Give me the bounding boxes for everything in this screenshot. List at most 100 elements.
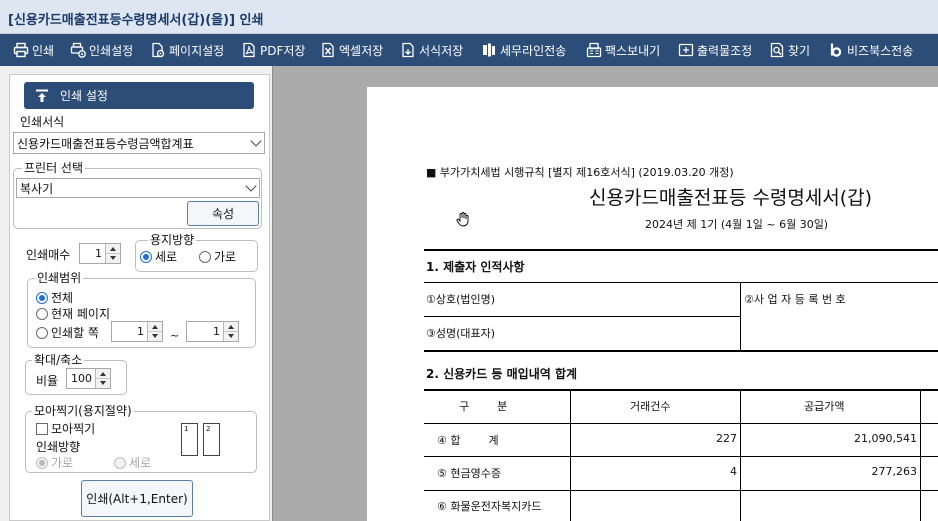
- cash-receipt-row-label: ⑤ 현금영수증: [437, 467, 501, 480]
- nup-landscape-radio[interactable]: 가로: [36, 454, 73, 471]
- nup-checkbox[interactable]: 모아찍기: [36, 420, 95, 437]
- nup-landscape-label: 가로: [51, 456, 74, 470]
- pin-icon: [36, 89, 48, 102]
- print-button[interactable]: 인쇄: [13, 34, 54, 66]
- spin-up-icon: [100, 372, 106, 376]
- nup-group-title: 모아찍기(용지절약): [32, 404, 134, 418]
- zoom-stepper[interactable]: 100: [66, 368, 111, 389]
- range-current-radio[interactable]: 현재 페이지: [36, 305, 110, 322]
- form-select-value: 신용카드매출전표등수령금액합계표: [17, 136, 194, 151]
- print-settings-button[interactable]: 인쇄설정: [70, 34, 133, 66]
- total-row-count: 227: [716, 432, 737, 445]
- orientation-portrait-radio[interactable]: 세로: [140, 248, 177, 265]
- row-divider: [424, 423, 938, 424]
- category-header: 구 분: [459, 400, 508, 413]
- range-to-value: 1: [213, 325, 220, 338]
- spin-buttons[interactable]: [95, 369, 110, 388]
- range-separator: ~: [170, 329, 180, 342]
- spin-divider: [148, 331, 162, 332]
- nup-portrait-radio[interactable]: 세로: [114, 454, 151, 471]
- freight-card-row-label: ⑥ 화물운전자복지카드: [437, 500, 542, 513]
- row-divider: [424, 490, 938, 491]
- zoom-label: 비율: [36, 374, 59, 388]
- page-settings-button[interactable]: 페이지설정: [150, 34, 224, 66]
- spin-down-icon: [228, 334, 234, 338]
- zoom-group-title: 확대/축소: [32, 353, 85, 367]
- spin-up-icon: [228, 325, 234, 329]
- print-submit-button[interactable]: 인쇄(Alt+1,Enter): [81, 480, 193, 517]
- copies-stepper[interactable]: 1: [79, 243, 121, 264]
- form-save-icon: [402, 42, 414, 58]
- spin-up-icon: [110, 247, 116, 251]
- printer-select-value: 복사기: [20, 181, 54, 196]
- total-row-label: ④ 합 계: [437, 434, 499, 447]
- search-icon: [770, 42, 784, 58]
- find-button[interactable]: 찾기: [769, 34, 810, 66]
- print-settings-label: 인쇄설정: [89, 43, 134, 58]
- form-select[interactable]: 신용카드매출전표등수령금액합계표: [13, 132, 265, 154]
- bizbox-send-button[interactable]: 비즈북스전송: [828, 34, 913, 66]
- chevron-down-icon: [250, 135, 262, 147]
- spin-buttons[interactable]: [223, 322, 238, 341]
- spin-buttons[interactable]: [105, 244, 120, 263]
- range-pages-label: 인쇄할 쪽: [51, 326, 99, 340]
- excel-save-label: 엑셀저장: [339, 43, 384, 58]
- bizbox-send-label: 비즈북스전송: [847, 43, 914, 58]
- bizbox-icon: [830, 43, 842, 57]
- range-from-stepper[interactable]: 1: [111, 321, 163, 342]
- tax-line-icon: [483, 43, 495, 57]
- pdf-save-label: PDF저장: [260, 43, 306, 58]
- fax-send-button[interactable]: 팩스보내기: [586, 34, 660, 66]
- supply-header: 공급가액: [804, 400, 845, 413]
- business-number-label: ②사 업 자 등 록 번 호: [744, 293, 846, 306]
- zoom-value: 100: [71, 372, 92, 385]
- radio-selected-icon: [36, 456, 48, 469]
- form-note: ■ 부가가치세법 시행규칙 [별지 제16호서식] (2019.03.20 개정…: [426, 166, 734, 179]
- radio-icon: [114, 456, 126, 469]
- row-divider: [424, 282, 938, 283]
- pdf-icon: [243, 42, 255, 58]
- section-border: [424, 350, 938, 352]
- document-title: 신용카드매출전표등 수령명세서(갑): [589, 187, 873, 209]
- range-to-stepper[interactable]: 1: [186, 321, 239, 342]
- radio-icon: [36, 307, 48, 320]
- print-label: 인쇄: [32, 43, 55, 58]
- row-divider: [424, 316, 741, 317]
- chevron-down-icon: [245, 180, 257, 192]
- print-settings-icon: [70, 42, 86, 58]
- representative-label: ③성명(대표자): [426, 327, 496, 340]
- output-adjust-button[interactable]: 출력물조정: [678, 34, 752, 66]
- nup-portrait-label: 세로: [129, 456, 152, 470]
- excel-save-button[interactable]: 엑셀저장: [320, 34, 383, 66]
- copies-label: 인쇄매수: [26, 248, 71, 262]
- section2-title: 2. 신용카드 등 매입내역 합계: [426, 367, 578, 381]
- spin-down-icon: [152, 334, 158, 338]
- nup-direction-label: 인쇄방향: [36, 440, 81, 454]
- form-save-label: 서식저장: [419, 43, 464, 58]
- tax-line-send-button[interactable]: 세무라인전송: [481, 34, 566, 66]
- nup-page-1-number: 1: [184, 425, 189, 433]
- count-header: 거래건수: [630, 400, 671, 413]
- orientation-landscape-radio[interactable]: 가로: [199, 248, 236, 265]
- form-save-button[interactable]: 서식저장: [400, 34, 463, 66]
- properties-button[interactable]: 속성: [187, 201, 259, 226]
- spin-divider: [96, 378, 110, 379]
- radio-icon: [199, 250, 211, 263]
- range-from-value: 1: [137, 325, 144, 338]
- table-top-border: [424, 249, 938, 251]
- orientation-landscape-label: 가로: [214, 250, 237, 264]
- toolbar: 인쇄 인쇄설정 페이지설정 PDF저장 엑셀저장 서식저장 세무라인전송 팩스보…: [0, 34, 938, 66]
- settings-header-label: 인쇄 설정: [60, 89, 108, 103]
- spin-buttons[interactable]: [147, 322, 162, 341]
- radio-selected-icon: [36, 291, 48, 304]
- row-divider: [424, 456, 938, 457]
- pdf-save-button[interactable]: PDF저장: [241, 34, 305, 66]
- range-current-label: 현재 페이지: [51, 307, 111, 321]
- settings-header: 인쇄 설정: [24, 82, 254, 109]
- copies-value: 1: [95, 247, 102, 260]
- checkbox-icon: [36, 422, 48, 435]
- printer-select[interactable]: 복사기: [16, 178, 260, 198]
- range-pages-radio[interactable]: 인쇄할 쪽: [36, 324, 99, 341]
- range-all-radio[interactable]: 전체: [36, 289, 73, 306]
- fax-icon: [586, 42, 602, 58]
